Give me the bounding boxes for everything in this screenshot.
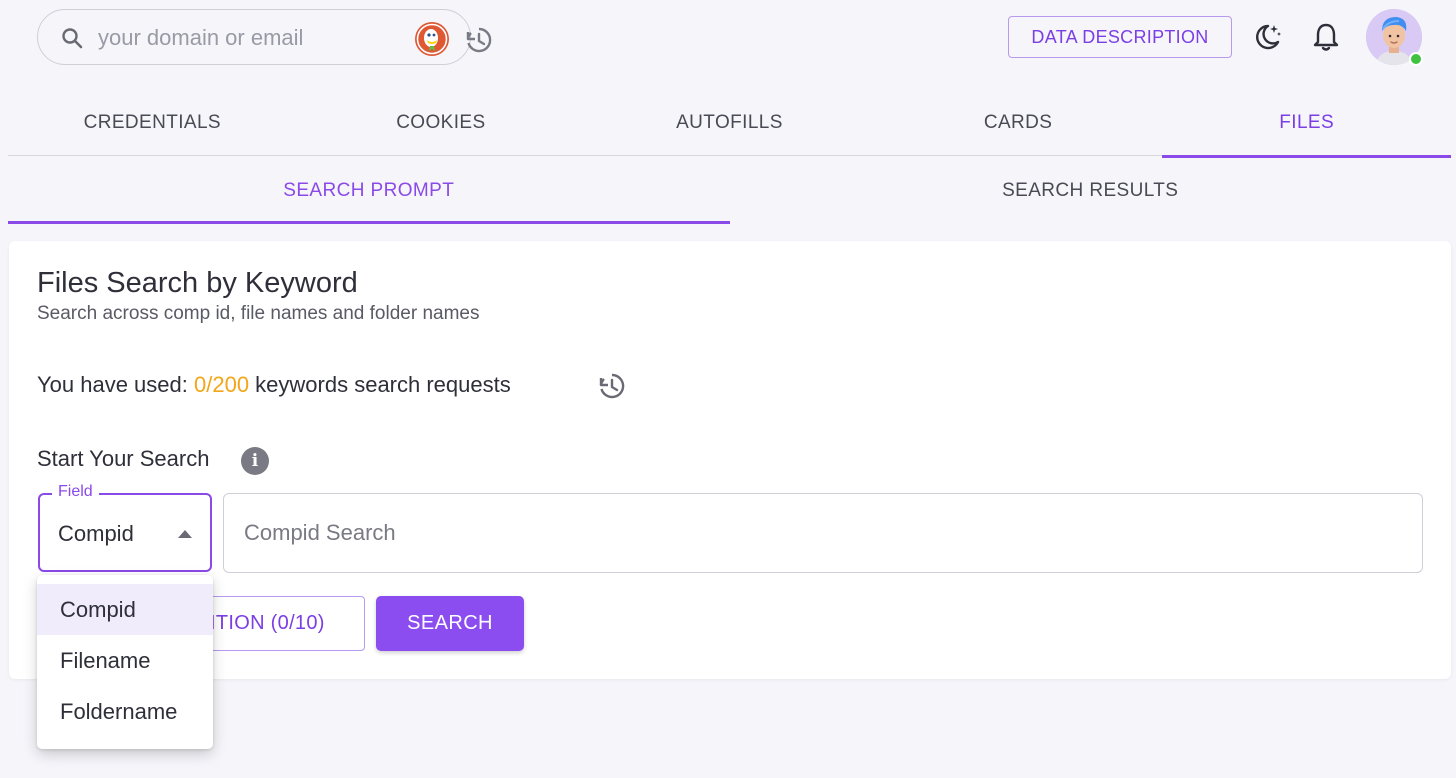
tab-files[interactable]: FILES [1162, 90, 1451, 158]
usage-count: 0/200 [194, 372, 250, 397]
card-subtitle: Search across comp id, file names and fo… [37, 303, 480, 324]
tab-search-results[interactable]: SEARCH RESULTS [730, 158, 1452, 224]
compid-search-input[interactable] [223, 493, 1423, 573]
start-search-label: Start Your Search [37, 446, 210, 471]
moon-star-icon[interactable] [1250, 20, 1284, 54]
search-icon [62, 28, 83, 49]
page: DATA DESCRIPTION [0, 0, 1456, 778]
dropdown-option-foldername[interactable]: Foldername [37, 686, 213, 737]
tab-search-prompt[interactable]: SEARCH PROMPT [8, 158, 730, 224]
field-select-label: Field [52, 483, 99, 501]
history-icon[interactable] [595, 370, 627, 402]
tab-cards[interactable]: CARDS [874, 90, 1163, 156]
card-title: Files Search by Keyword [37, 267, 358, 299]
tab-credentials[interactable]: CREDENTIALS [8, 90, 297, 156]
sub-tabs: SEARCH PROMPT SEARCH RESULTS [8, 158, 1451, 224]
caret-up-icon [178, 530, 192, 538]
field-dropdown-menu: Compid Filename Foldername [37, 575, 213, 749]
field-select[interactable]: Field Compid [38, 483, 212, 572]
usage-line: You have used: 0/200 keywords search req… [37, 372, 511, 398]
online-status-dot [1409, 52, 1423, 66]
dropdown-option-filename[interactable]: Filename [37, 635, 213, 686]
bell-icon[interactable] [1309, 20, 1343, 54]
history-icon[interactable] [462, 24, 494, 56]
usage-suffix: keywords search requests [249, 372, 511, 397]
dropdown-option-compid[interactable]: Compid [37, 584, 213, 635]
tab-autofills[interactable]: AUTOFILLS [585, 90, 874, 156]
domain-search-input[interactable] [98, 22, 398, 54]
main-tabs: CREDENTIALS COOKIES AUTOFILLS CARDS FILE… [8, 90, 1451, 158]
info-icon[interactable]: i [241, 447, 269, 475]
tab-cookies[interactable]: COOKIES [297, 90, 586, 156]
domain-search-bar[interactable] [37, 9, 492, 65]
search-button[interactable]: SEARCH [376, 596, 524, 651]
data-description-button[interactable]: DATA DESCRIPTION [1008, 16, 1232, 58]
field-select-value: Compid [58, 521, 134, 546]
search-card: Files Search by Keyword Search across co… [9, 241, 1451, 679]
duckduckgo-icon[interactable] [414, 21, 450, 57]
usage-prefix: You have used: [37, 372, 194, 397]
